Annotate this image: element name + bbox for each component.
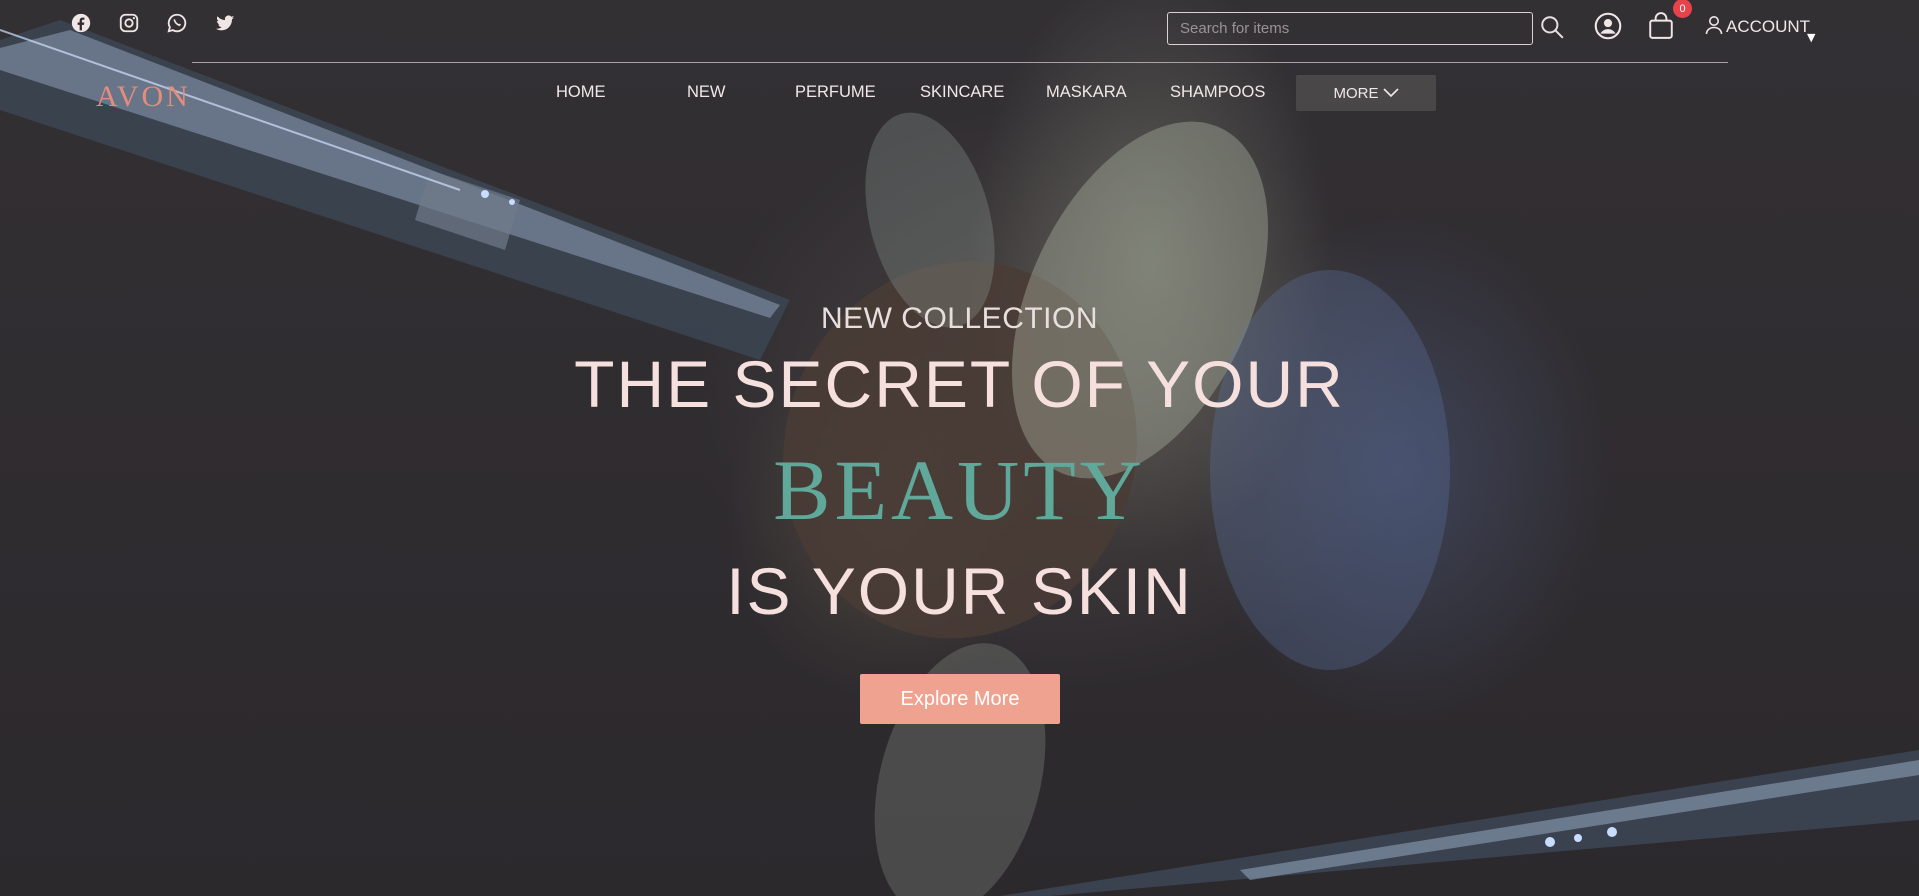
explore-more-button[interactable]: Explore More: [860, 674, 1060, 724]
facebook-icon[interactable]: [70, 12, 92, 34]
account-label: ACCOUNT: [1726, 17, 1811, 36]
social-links: [70, 12, 236, 34]
nav-item-home[interactable]: HOME: [556, 83, 606, 102]
chevron-down-icon: [1382, 88, 1399, 98]
header-divider: [192, 62, 1728, 63]
hero-headline-line3: IS YOUR SKIN: [726, 554, 1193, 628]
more-menu-button[interactable]: MORE: [1296, 75, 1436, 111]
search-icon[interactable]: [1539, 14, 1565, 44]
hero-headline-line1: THE SECRET OF YOUR: [574, 347, 1345, 421]
user-profile-icon[interactable]: [1594, 12, 1622, 44]
hero-headline-highlight: BEAUTY: [773, 442, 1146, 538]
whatsapp-icon[interactable]: [166, 12, 188, 34]
person-icon: [1705, 15, 1723, 39]
more-label: MORE: [1333, 84, 1379, 102]
hero-kicker: NEW COLLECTION: [820, 302, 1099, 335]
nav-item-new[interactable]: NEW: [687, 83, 726, 102]
account-menu[interactable]: ACCOUNT: [1705, 15, 1810, 39]
instagram-icon[interactable]: [118, 12, 140, 34]
nav-item-perfume[interactable]: PERFUME: [795, 83, 876, 102]
nav-item-shampoos[interactable]: SHAMPOOS: [1170, 83, 1265, 102]
nav-item-maskara[interactable]: MASKARA: [1046, 83, 1127, 102]
shopping-bag-icon[interactable]: [1648, 12, 1674, 44]
caret-down-icon[interactable]: ▼: [1807, 31, 1815, 44]
twitter-icon[interactable]: [214, 12, 236, 34]
search-bar: [1167, 12, 1533, 45]
nav-item-skincare[interactable]: SKINCARE: [920, 83, 1004, 102]
brand-logo[interactable]: AVON: [96, 80, 191, 114]
search-input[interactable]: [1167, 12, 1533, 45]
